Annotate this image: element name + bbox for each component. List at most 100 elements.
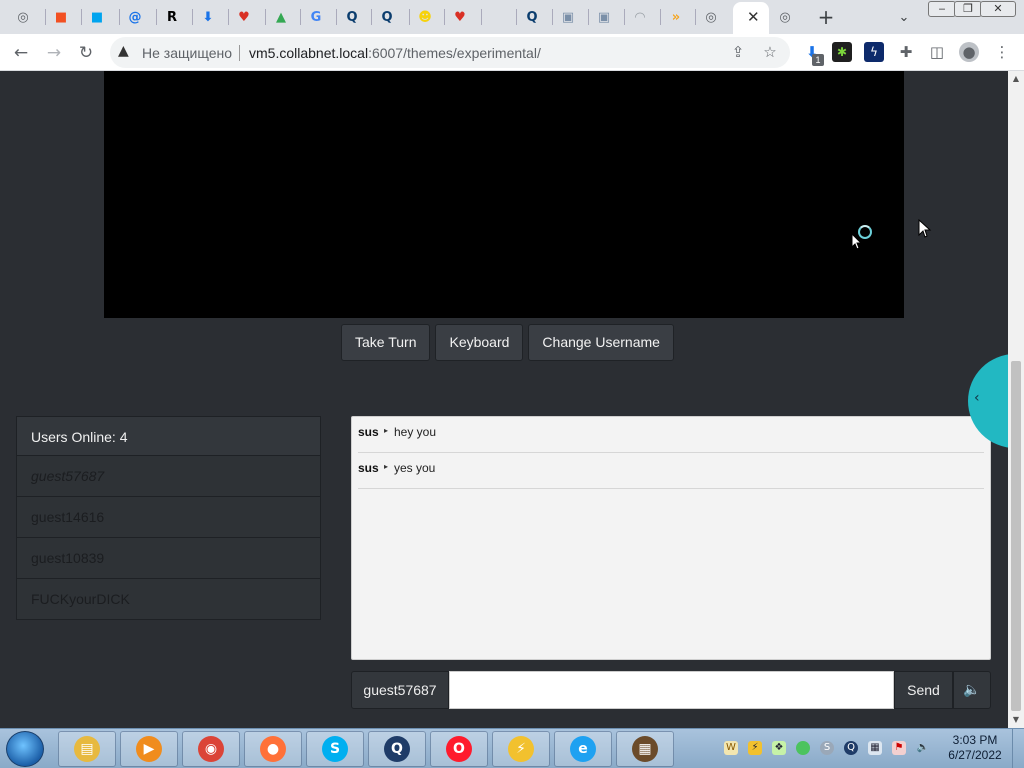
clock-time: 3:03 PM <box>952 733 998 747</box>
start-button[interactable] <box>6 731 44 767</box>
box-icon[interactable]: ▣ <box>557 6 579 28</box>
user-list-item[interactable]: guest57687 <box>16 456 321 497</box>
forward-icon[interactable]: → <box>42 41 66 65</box>
microsoft-icon[interactable]: ■ <box>50 6 72 28</box>
profile-avatar-icon[interactable]: ● <box>959 42 979 62</box>
chrome-icon[interactable]: ◎ <box>12 6 34 28</box>
scroll-down-arrow-icon[interactable]: ▼ <box>1008 712 1024 728</box>
scroll-thumb[interactable] <box>1011 361 1021 711</box>
tab-search-button[interactable]: ⌄ <box>893 6 915 28</box>
skype-tray-icon[interactable]: S <box>820 741 834 755</box>
q-app-icon[interactable]: Q <box>521 6 543 28</box>
address-bar[interactable]: ▲ Не защищено vm5.collabnet.local:6007/t… <box>110 37 790 68</box>
reload-icon[interactable]: ↻ <box>74 41 98 65</box>
taskbar-app-button[interactable]: ▤ <box>58 731 116 767</box>
box-icon[interactable]: ▣ <box>593 6 615 28</box>
browser-tab-strip: ◎ ■ ■ @ R ⬇ ♥ ▲ G Q Q ☻ ♥ Q ▣ ▣ ◠» ◎ ✕ ◎ + ⌄ ‒ ❐ ✕ <box>0 0 1024 34</box>
heart-app-icon[interactable]: ♥ <box>449 6 471 28</box>
chat-message: sus ▸ yes you <box>358 453 984 489</box>
speaker-icon[interactable]: 🔈 <box>953 671 991 709</box>
chrome-icon[interactable]: ◎ <box>700 6 722 28</box>
media-player-icon: ▶ <box>136 736 162 762</box>
r-letter-icon[interactable]: R <box>161 6 183 28</box>
menu-kebab-icon[interactable]: ⋮ <box>992 42 1012 62</box>
chat-messages[interactable]: sus ▸ hey you sus ▸ yes you <box>351 416 991 660</box>
chat-message-user: sus <box>358 425 379 439</box>
tab-separator <box>624 9 625 25</box>
tab-separator <box>409 9 410 25</box>
taskbar-app-button[interactable]: ⚡ <box>492 731 550 767</box>
extension-gear-icon[interactable]: ✱ <box>832 42 852 62</box>
share-icon[interactable]: ⇪ <box>728 42 748 62</box>
drive-icon[interactable]: ▲ <box>270 6 292 28</box>
new-tab-button[interactable]: + <box>815 5 837 29</box>
network-tray-icon[interactable]: ▦ <box>868 741 882 755</box>
action-center-flag-icon[interactable]: ⚑ <box>892 741 906 755</box>
tab-separator <box>156 9 157 25</box>
chevron-app-icon[interactable]: » <box>665 6 687 28</box>
chat-message: sus ▸ hey you <box>358 417 984 453</box>
mouse-cursor-icon <box>918 219 932 238</box>
q-app-icon[interactable]: Q <box>341 6 363 28</box>
active-tab[interactable]: ✕ <box>733 2 769 34</box>
user-list-item[interactable]: FUCKyourDICK <box>16 579 321 620</box>
taskbar-app-button[interactable]: ▦ <box>616 731 674 767</box>
volume-tray-icon[interactable]: 🔈 <box>916 741 930 755</box>
word-tray-icon[interactable]: W <box>724 741 738 755</box>
microsoft-icon[interactable]: ■ <box>86 6 108 28</box>
smiley-icon[interactable]: ☻ <box>414 6 436 28</box>
taskbar-app-button[interactable]: e <box>554 731 612 767</box>
take-turn-button[interactable]: Take Turn <box>341 324 431 361</box>
q-app-tray-icon[interactable]: Q <box>844 741 858 755</box>
bookmark-star-icon[interactable]: ☆ <box>760 42 780 62</box>
tab-separator <box>228 9 229 25</box>
taskbar-app-button[interactable]: O <box>430 731 488 767</box>
keyboard-button[interactable]: Keyboard <box>435 324 524 361</box>
taskbar-clock[interactable]: 3:03 PM 6/27/2022 <box>940 733 1010 763</box>
close-window-button[interactable]: ✕ <box>980 1 1016 17</box>
taskbar-app-button[interactable]: S <box>306 731 364 767</box>
show-desktop-button[interactable] <box>1012 729 1024 768</box>
extensions-puzzle-icon[interactable]: ✚ <box>896 42 916 62</box>
my-username-button[interactable]: guest57687 <box>351 671 449 709</box>
send-button[interactable]: Send <box>894 671 953 709</box>
green-status-tray-icon[interactable] <box>796 741 810 755</box>
side-panel-icon[interactable]: ◫ <box>927 42 947 62</box>
page-scrollbar[interactable]: ▲ ▼ <box>1008 71 1024 728</box>
at-sign-icon[interactable]: @ <box>124 6 146 28</box>
change-username-button[interactable]: Change Username <box>528 324 674 361</box>
url-text[interactable]: vm5.collabnet.local:6007/themes/experime… <box>249 45 541 61</box>
heart-app-icon[interactable]: ♥ <box>233 6 255 28</box>
back-icon[interactable]: ← <box>9 41 33 65</box>
tab-separator <box>588 9 589 25</box>
close-tab-icon[interactable]: ✕ <box>747 8 760 26</box>
insecure-label[interactable]: Не защищено <box>142 45 232 61</box>
restore-button[interactable]: ❐ <box>954 1 982 17</box>
taskbar-app-button[interactable]: ◉ <box>182 731 240 767</box>
minimize-button[interactable]: ‒ <box>928 1 956 17</box>
vm-controls: Take Turn Keyboard Change Username <box>341 324 674 361</box>
download-icon[interactable]: ⬇ <box>197 6 219 28</box>
user-list-item[interactable]: guest10839 <box>16 538 321 579</box>
lightning-app-icon: ⚡ <box>508 736 534 762</box>
chrome-icon[interactable]: ◎ <box>774 6 796 28</box>
wifi-icon[interactable]: ◠ <box>629 6 651 28</box>
taskbar-app-button[interactable]: Q <box>368 731 426 767</box>
vm-display[interactable] <box>104 71 904 318</box>
leaf-tray-icon[interactable]: ❖ <box>772 741 786 755</box>
chat-input[interactable] <box>449 671 894 709</box>
q-app-icon[interactable]: Q <box>376 6 398 28</box>
windows-taskbar: ▤ ▶ ◉ ● S Q O ⚡ e ▦ W ⚡ ❖ S Q ▦ ⚑ 🔈 3:03 PM 6/27/… <box>0 728 1024 768</box>
blank-page-icon[interactable] <box>486 6 508 28</box>
user-list-item[interactable]: guest14616 <box>16 497 321 538</box>
download-badge: 1 <box>812 54 824 66</box>
chat-message-user: sus <box>358 461 379 475</box>
extension-bolt-icon[interactable]: ϟ <box>864 42 884 62</box>
tab-separator <box>660 9 661 25</box>
google-icon[interactable]: G <box>305 6 327 28</box>
taskbar-app-button[interactable]: ▶ <box>120 731 178 767</box>
scroll-up-arrow-icon[interactable]: ▲ <box>1008 71 1024 87</box>
taskbar-app-button[interactable]: ● <box>244 731 302 767</box>
lightning-tray-icon[interactable]: ⚡ <box>748 741 762 755</box>
warning-icon[interactable]: ▲ <box>118 43 129 59</box>
